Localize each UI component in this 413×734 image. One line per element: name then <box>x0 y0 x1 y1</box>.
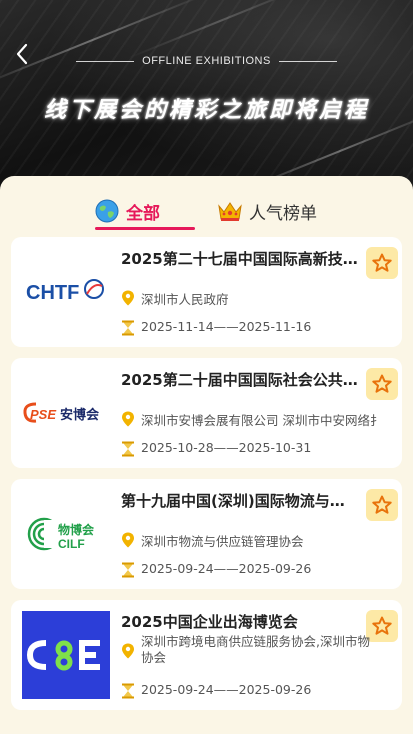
svg-text:物博会: 物博会 <box>58 522 95 537</box>
exhibition-card[interactable]: 物博会 CILF 第十九届中国(深圳)国际物流与… 深圳市物流与供应链管理协会 … <box>11 479 402 589</box>
star-icon <box>372 374 392 393</box>
date-text: 2025-09-24——2025-09-26 <box>141 682 312 697</box>
exhibition-card[interactable]: PSE 安博会 2025第二十届中国国际社会公共… 深圳市安博会展有限公司 深圳… <box>11 358 402 468</box>
exhibition-logo: CHTF <box>22 248 110 336</box>
star-icon <box>372 253 392 272</box>
active-tab-indicator <box>95 227 195 230</box>
exhibition-title: 第十九届中国(深圳)国际物流与… <box>121 492 345 510</box>
organizer-text: 深圳市跨境电商供应链服务协会,深圳市物协会 <box>141 634 370 665</box>
star-icon <box>372 616 392 635</box>
organizer-text: 深圳市人民政府 <box>141 292 229 307</box>
exhibition-logo: PSE 安博会 <box>22 369 110 457</box>
date-row: 2025-11-14——2025-11-16 <box>121 319 401 336</box>
tab-all[interactable]: 全部 <box>94 194 160 228</box>
hourglass-icon <box>122 441 134 457</box>
date-text: 2025-09-24——2025-09-26 <box>141 561 312 576</box>
location-pin-icon <box>122 290 134 306</box>
hero-title: 线下展会的精彩之旅即将启程 <box>43 98 369 123</box>
crown-icon <box>218 202 242 221</box>
divider-line <box>278 60 337 62</box>
cbe-logo <box>26 640 100 671</box>
organizer-row: 深圳市跨境电商供应链服务协会,深圳市物协会 <box>121 634 373 666</box>
date-row: 2025-10-28——2025-10-31 <box>121 440 401 457</box>
location-pin-icon <box>122 532 134 548</box>
date-row: 2025-09-24——2025-09-26 <box>121 682 401 699</box>
organizer-text: 深圳市安博会展有限公司 深圳市中安网络扌 <box>141 413 383 428</box>
hero-subtitle-row: OFFLINE EXHIBITIONS <box>0 55 413 67</box>
globe-icon <box>95 199 119 223</box>
chtf-logo: CHTF <box>26 279 104 304</box>
svg-text:CILF: CILF <box>58 537 85 551</box>
exhibition-logo <box>22 611 110 699</box>
cpse-logo: PSE 安博会 <box>23 402 100 423</box>
tab-popular-label: 人气榜单 <box>249 203 317 224</box>
organizer-row: 深圳市物流与供应链管理协会 <box>121 531 401 550</box>
favorite-button[interactable] <box>366 489 398 521</box>
favorite-button[interactable] <box>366 368 398 400</box>
date-text: 2025-10-28——2025-10-31 <box>141 440 312 455</box>
tab-popular[interactable]: 人气榜单 <box>217 194 317 228</box>
tab-all-label: 全部 <box>126 203 160 224</box>
location-pin-icon <box>122 643 134 658</box>
exhibition-title: 2025第二十届中国国际社会公共… <box>121 371 358 389</box>
star-icon <box>372 495 392 514</box>
date-text: 2025-11-14——2025-11-16 <box>141 319 312 334</box>
exhibition-card[interactable]: 2025中国企业出海博览会 深圳市跨境电商供应链服务协会,深圳市物协会 2025… <box>11 600 402 710</box>
hourglass-icon <box>122 320 134 336</box>
date-row: 2025-09-24——2025-09-26 <box>121 561 401 578</box>
exhibition-title: 2025第二十七届中国国际高新技… <box>121 250 358 268</box>
hourglass-icon <box>122 683 134 699</box>
location-pin-icon <box>122 411 134 427</box>
tab-bar: 全部 人气榜单 <box>0 194 413 234</box>
cilf-logo: 物博会 CILF <box>27 517 95 551</box>
exhibition-title: 2025中国企业出海博览会 <box>121 613 298 631</box>
organizer-row: 深圳市人民政府 <box>121 289 401 308</box>
organizer-row: 深圳市安博会展有限公司 深圳市中安网络扌 <box>121 410 401 429</box>
exhibition-card[interactable]: CHTF 2025第二十七届中国国际高新技… 深圳市人民政府 2025-11-1… <box>11 237 402 347</box>
organizer-text: 深圳市物流与供应链管理协会 <box>141 534 304 549</box>
exhibition-logo: 物博会 CILF <box>22 490 110 578</box>
svg-text:CHTF: CHTF <box>26 282 79 304</box>
divider-line <box>76 60 135 62</box>
hourglass-icon <box>122 562 134 578</box>
svg-text:PSE: PSE <box>30 407 56 422</box>
favorite-button[interactable] <box>366 247 398 279</box>
hero-subtitle: OFFLINE EXHIBITIONS <box>142 55 271 67</box>
svg-text:安博会: 安博会 <box>60 407 100 423</box>
